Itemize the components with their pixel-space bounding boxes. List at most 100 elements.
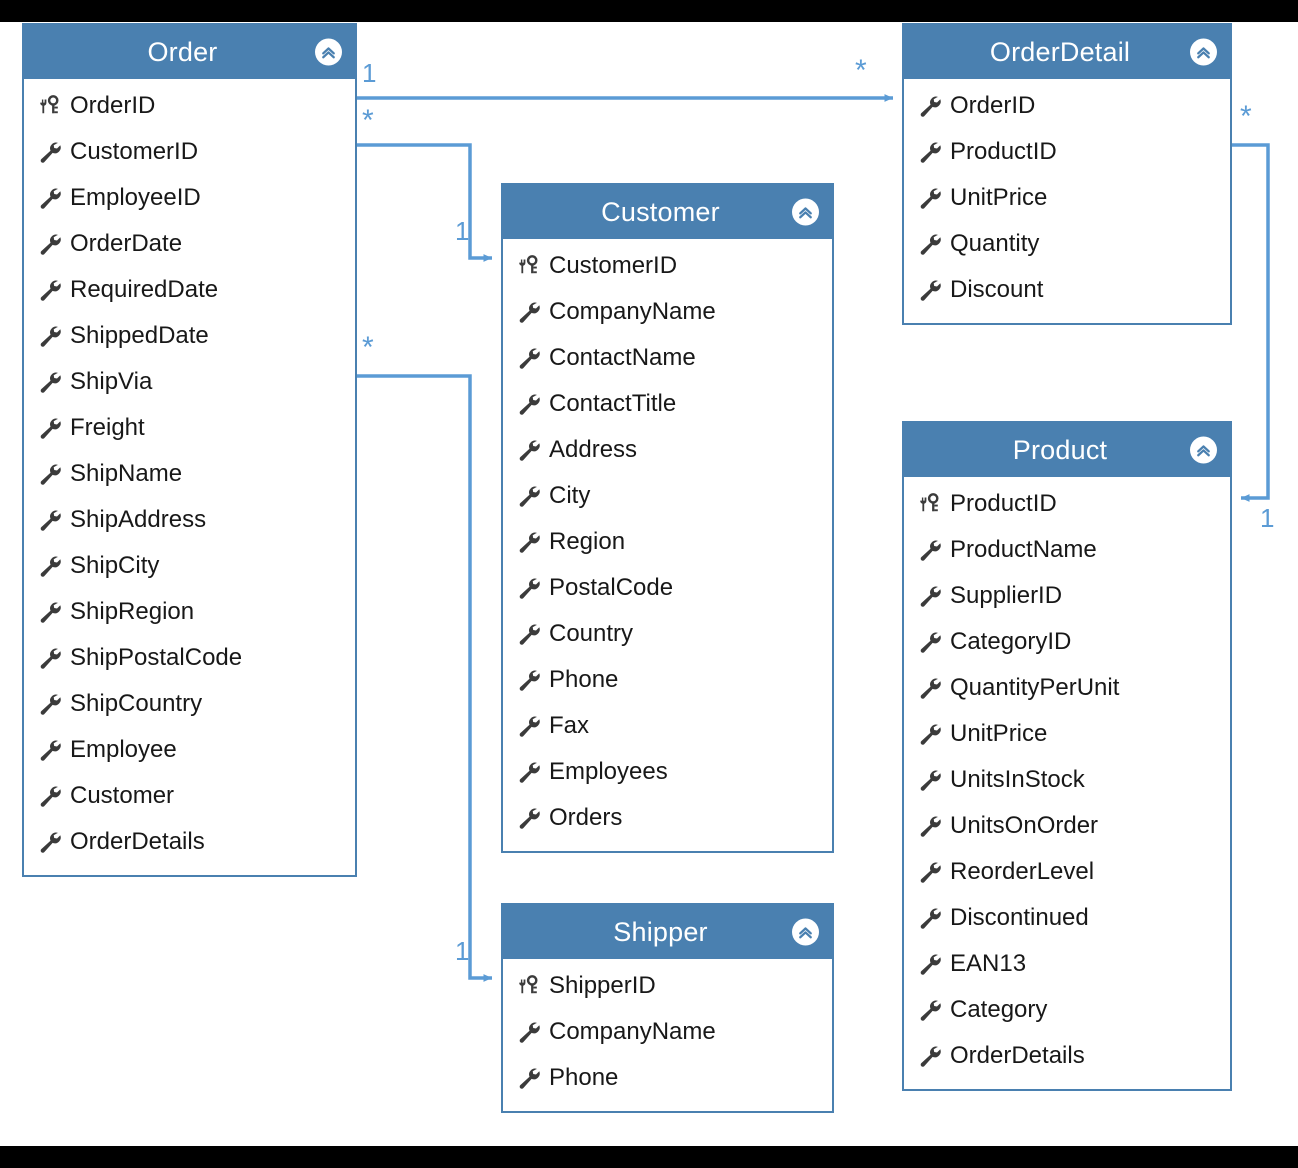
wrench-icon [517,805,547,831]
cardinality-label: 1 [455,216,470,246]
entity-field[interactable]: ProductID [904,481,1230,527]
chevron-double-up-icon[interactable] [315,38,342,66]
entity-field-label: City [549,482,591,509]
entity-field-label: CustomerID [549,252,678,279]
entity-field-label: CustomerID [70,138,199,165]
entity-shipper[interactable]: Shipper ShipperID CompanyName Phone [501,903,834,1113]
wrench-icon [918,951,948,977]
entity-field-label: UnitPrice [950,184,1048,211]
wrench-icon [517,713,547,739]
entity-field[interactable]: ContactName [503,335,832,381]
primary-key-icon [517,973,547,999]
entity-field[interactable]: Country [503,611,832,657]
entity-field[interactable]: ShipAddress [24,497,355,543]
entity-field[interactable]: ShipRegion [24,589,355,635]
chevron-double-up-icon[interactable] [1190,38,1217,66]
primary-key-icon [517,253,547,279]
entity-field-label: OrderDate [70,230,183,257]
entity-field[interactable]: PostalCode [503,565,832,611]
entity-field[interactable]: Category [904,987,1230,1033]
entity-field[interactable]: EAN13 [904,941,1230,987]
entity-field[interactable]: OrderDate [24,221,355,267]
entity-order[interactable]: Order OrderID CustomerID EmployeeID OrderDa… [22,23,357,877]
wrench-icon [918,185,948,211]
entity-field[interactable]: UnitsInStock [904,757,1230,803]
entity-field-label: Employee [70,736,177,763]
entity-field-label: ProductID [950,490,1057,517]
entity-field[interactable]: City [503,473,832,519]
entity-field[interactable]: Phone [503,657,832,703]
cardinality-label: 1 [362,58,377,88]
field-list: OrderID ProductID UnitPrice Quantity Discoun… [904,79,1230,323]
entity-field[interactable]: ShipperID [503,963,832,1009]
entity-field[interactable]: Discount [904,267,1230,313]
entity-field[interactable]: CustomerID [24,129,355,175]
wrench-icon [918,767,948,793]
entity-field[interactable]: Quantity [904,221,1230,267]
entity-customer[interactable]: Customer CustomerID CompanyName ContactNam… [501,183,834,853]
entity-field[interactable]: Discontinued [904,895,1230,941]
entity-field[interactable]: ShipCountry [24,681,355,727]
entity-header: Customer [503,185,832,239]
entity-field-label: PostalCode [549,574,674,601]
entity-field-label: ShipPostalCode [70,644,243,671]
entity-field[interactable]: EmployeeID [24,175,355,221]
entity-field[interactable]: CustomerID [503,243,832,289]
entity-field[interactable]: ShippedDate [24,313,355,359]
entity-field[interactable]: Region [503,519,832,565]
entity-field[interactable]: UnitsOnOrder [904,803,1230,849]
entity-field[interactable]: ProductName [904,527,1230,573]
entity-field-label: ShippedDate [70,322,209,349]
entity-field[interactable]: ShipPostalCode [24,635,355,681]
entity-field[interactable]: OrderID [24,83,355,129]
entity-field[interactable]: RequiredDate [24,267,355,313]
entity-title: Order [147,36,218,67]
entity-field-label: Category [950,996,1048,1023]
entity-field[interactable]: ShipCity [24,543,355,589]
entity-field[interactable]: ShipVia [24,359,355,405]
entity-field[interactable]: Fax [503,703,832,749]
chevron-double-up-icon[interactable] [792,198,819,226]
entity-field[interactable]: CompanyName [503,289,832,335]
field-list: ShipperID CompanyName Phone [503,959,832,1111]
entity-field[interactable]: CompanyName [503,1009,832,1055]
entity-field[interactable]: Customer [24,773,355,819]
entity-field[interactable]: ShipName [24,451,355,497]
wrench-icon [918,139,948,165]
entity-field[interactable]: Address [503,427,832,473]
entity-field-label: CompanyName [549,1018,716,1045]
entity-field[interactable]: OrderID [904,83,1230,129]
entity-field-label: Phone [549,666,619,693]
entity-field[interactable]: ProductID [904,129,1230,175]
entity-field[interactable]: UnitPrice [904,711,1230,757]
entity-field[interactable]: Employee [24,727,355,773]
entity-field[interactable]: OrderDetails [24,819,355,865]
entity-field[interactable]: CategoryID [904,619,1230,665]
entity-orderdetail[interactable]: OrderDetail OrderID ProductID UnitPrice Qua… [902,23,1232,325]
entity-product[interactable]: Product ProductID ProductName SupplierID Ca… [902,421,1232,1091]
entity-field[interactable]: Phone [503,1055,832,1101]
entity-field[interactable]: OrderDetails [904,1033,1230,1079]
entity-header: Product [904,423,1230,477]
cardinality-label: 1 [455,936,470,966]
entity-field-label: ContactTitle [549,390,677,417]
wrench-icon [918,277,948,303]
entity-field-label: OrderID [950,92,1036,119]
entity-field-label: Address [549,436,638,463]
entity-field[interactable]: UnitPrice [904,175,1230,221]
wrench-icon [918,675,948,701]
entity-field[interactable]: ReorderLevel [904,849,1230,895]
wrench-icon [38,599,68,625]
wrench-icon [38,139,68,165]
cardinality-label: * [362,104,374,137]
entity-field[interactable]: SupplierID [904,573,1230,619]
chevron-double-up-icon[interactable] [792,918,819,946]
entity-field[interactable]: Freight [24,405,355,451]
entity-field[interactable]: Employees [503,749,832,795]
cardinality-label: * [362,331,374,364]
entity-field[interactable]: QuantityPerUnit [904,665,1230,711]
chevron-double-up-icon[interactable] [1190,436,1217,464]
entity-field-label: ShipperID [549,972,656,999]
entity-field[interactable]: ContactTitle [503,381,832,427]
entity-field[interactable]: Orders [503,795,832,841]
